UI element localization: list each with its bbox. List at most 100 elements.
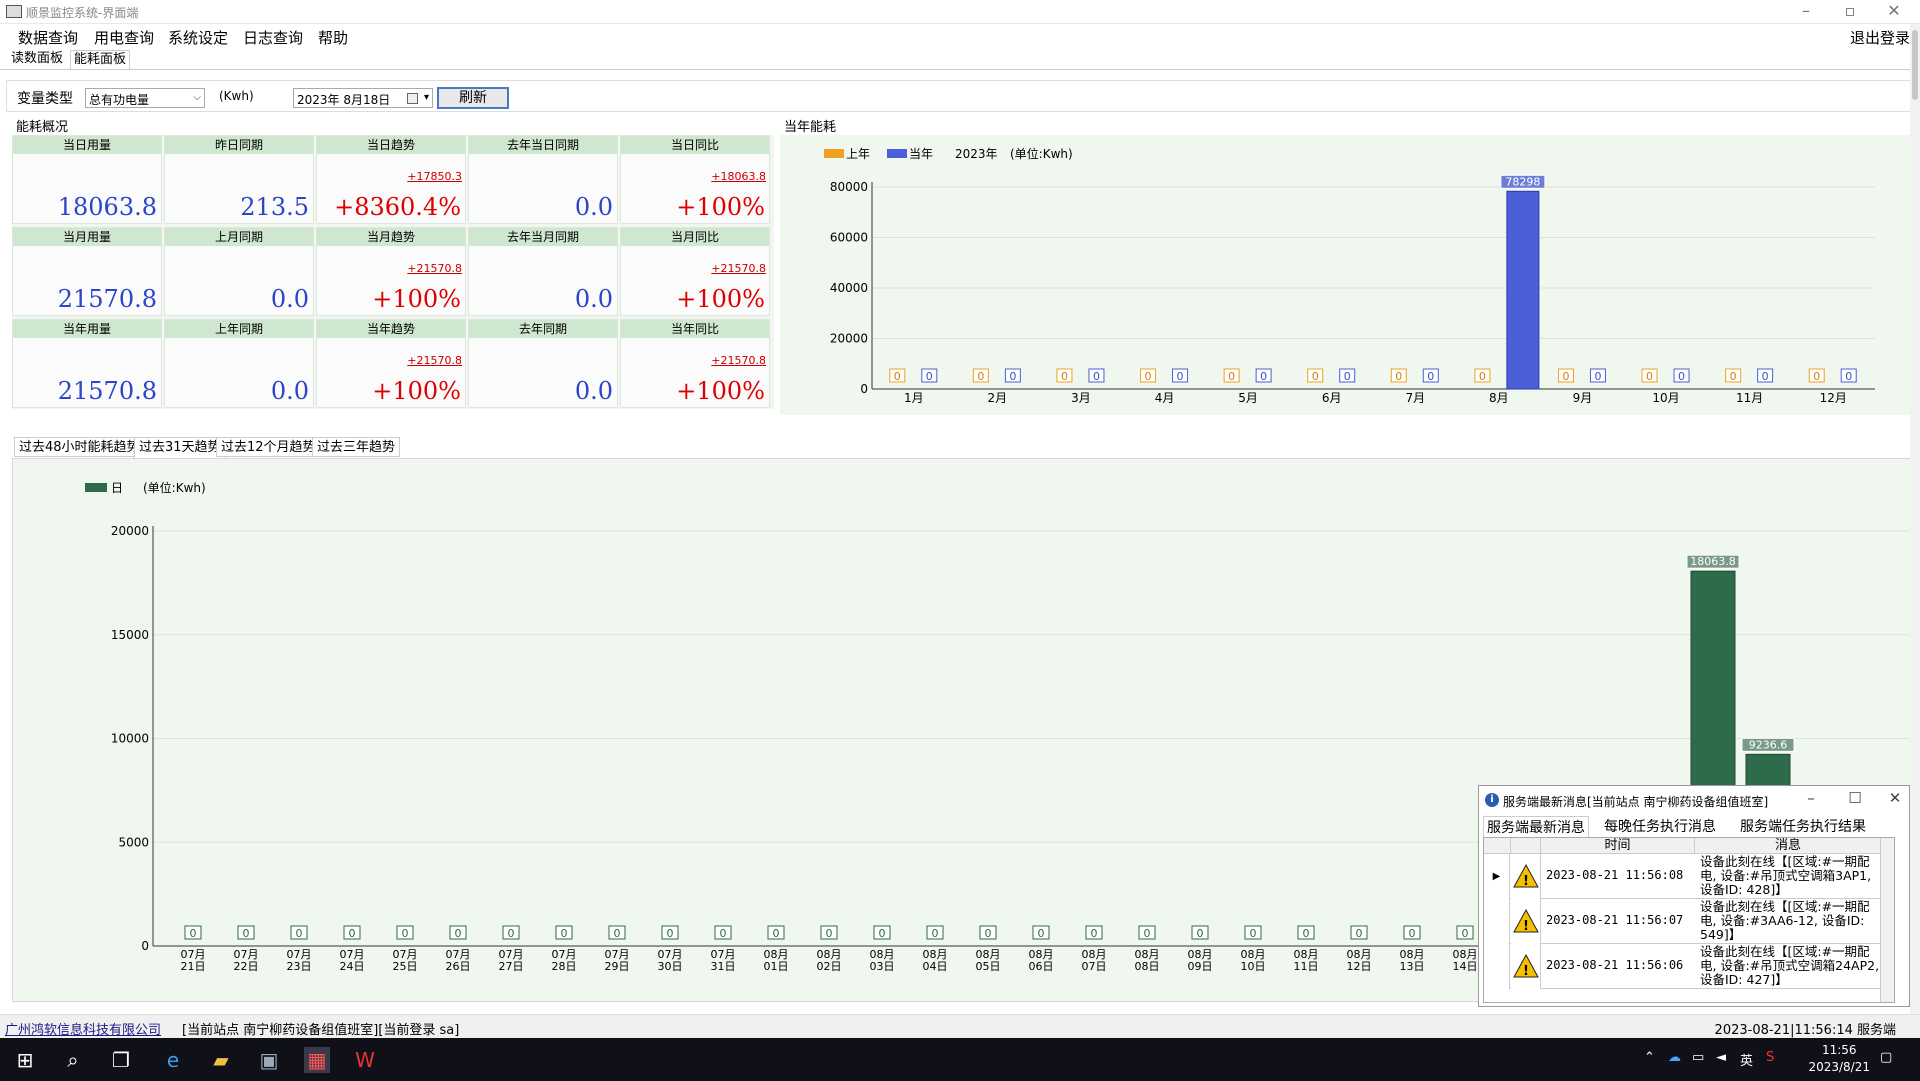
card-delta[interactable]: +21570.8 <box>711 354 766 367</box>
tab-3y-trend[interactable]: 过去三年趋势 <box>312 437 401 457</box>
logout-button[interactable]: 退出登录 <box>1850 27 1910 48</box>
svg-text:!: ! <box>1523 964 1529 979</box>
edge-browser-icon[interactable]: e <box>160 1047 186 1073</box>
data-label: 0 <box>1144 927 1151 940</box>
menu-system-settings[interactable]: 系统设定 <box>168 27 228 48</box>
tab-nightly-task[interactable]: 每晚任务执行消息 <box>1601 816 1719 836</box>
menu-data-query[interactable]: 数据查询 <box>18 27 78 48</box>
var-type-select[interactable]: 总有功电量 ⌵ <box>85 88 205 108</box>
card-delta[interactable]: +17850.3 <box>407 170 462 183</box>
taskbar-clock[interactable]: 11:56 2023/8/21 <box>1808 1042 1870 1076</box>
tab-reading-panel[interactable]: 读数面板 <box>8 50 66 69</box>
monitor-app-icon[interactable]: ▦ <box>304 1047 330 1073</box>
message-row[interactable]: ▶ ! 2023-08-21 11:56:08 设备此刻在线【[区域:#一期配电… <box>1484 854 1894 899</box>
main-scrollbar[interactable] <box>1910 24 1920 1014</box>
x-tick-label: 9月 <box>1573 391 1593 405</box>
tab-31d-trend[interactable]: 过去31天趋势 <box>134 437 226 458</box>
data-label: 0 <box>402 927 409 940</box>
maximize-icon[interactable]: ☐ <box>1843 789 1867 807</box>
onedrive-icon[interactable]: ☁ <box>1668 1050 1681 1065</box>
data-label: 0 <box>455 927 462 940</box>
tray-expand-icon[interactable]: ⌃ <box>1644 1050 1655 1065</box>
network-icon[interactable]: ▭ <box>1692 1050 1704 1065</box>
row-selector <box>1484 899 1510 944</box>
close-button[interactable]: ✕ <box>1880 1 1908 20</box>
card-value: +100% <box>676 285 765 313</box>
maximize-button[interactable]: ▫ <box>1836 1 1864 20</box>
tab-server-latest[interactable]: 服务端最新消息 <box>1483 816 1589 837</box>
dialog-title: 服务端最新消息[当前站点 南宁柳药设备组值班室] <box>1503 795 1769 809</box>
scrollbar-thumb[interactable] <box>1912 30 1918 100</box>
minimize-button[interactable]: – <box>1792 1 1820 20</box>
refresh-button[interactable]: 刷新 <box>437 87 509 109</box>
x-tick-label: 4月 <box>1155 391 1175 405</box>
card-header: 去年同期 <box>469 320 617 338</box>
info-icon: i <box>1485 793 1499 807</box>
x-tick-label: 27日 <box>499 960 524 973</box>
card-header: 昨日同期 <box>165 136 313 154</box>
x-tick-label: 01日 <box>764 960 789 973</box>
data-label: 0 <box>932 927 939 940</box>
overview-card: 去年当日同期 0.0 <box>468 135 618 224</box>
tab-server-task-result[interactable]: 服务端任务执行结果 <box>1737 816 1869 836</box>
message-row[interactable]: ! 2023-08-21 11:56:06 设备此刻在线【[区域:#一期配电, … <box>1484 944 1894 989</box>
minimize-icon[interactable]: – <box>1799 789 1823 807</box>
message-text: 设备此刻在线【[区域:#一期配电, 设备:#吊顶式空调箱24AP2, 设备ID:… <box>1700 945 1880 987</box>
app-icon-printer[interactable]: ▣ <box>256 1047 282 1073</box>
x-tick-label: 06日 <box>1029 960 1054 973</box>
data-label: 0 <box>1145 370 1152 383</box>
sogou-icon[interactable]: S <box>1766 1050 1774 1065</box>
data-label: 0 <box>243 927 250 940</box>
card-delta[interactable]: +21570.8 <box>711 262 766 275</box>
x-tick-label: 2月 <box>988 391 1008 405</box>
notification-icon[interactable]: ▢ <box>1880 1050 1892 1065</box>
date-value: 2023年 8月18日 <box>297 93 391 107</box>
x-tick-label: 07日 <box>1082 960 1107 973</box>
vertical-scrollbar[interactable] <box>1880 838 1894 1002</box>
tab-energy-panel[interactable]: 能耗面板 <box>70 50 131 69</box>
tab-12m-trend[interactable]: 过去12个月趋势 <box>216 437 321 457</box>
legend-label: 日 <box>111 481 123 495</box>
data-label: 0 <box>1462 927 1469 940</box>
x-tick-label: 31日 <box>711 960 736 973</box>
card-value: 0.0 <box>270 285 309 313</box>
card-header: 当年用量 <box>13 320 161 338</box>
chevron-down-icon: ⌵ <box>193 92 201 103</box>
ime-indicator[interactable]: 英 <box>1740 1050 1753 1069</box>
close-icon[interactable]: ✕ <box>1883 789 1907 807</box>
card-value: +100% <box>676 193 765 221</box>
data-label: 0 <box>1409 927 1416 940</box>
tab-48h-trend[interactable]: 过去48小时能耗趋势 <box>14 437 145 457</box>
menu-power-query[interactable]: 用电查询 <box>94 27 154 48</box>
column-header-time[interactable]: 时间 <box>1541 838 1695 854</box>
data-label: 0 <box>1197 927 1204 940</box>
title-bar: 顺景监控系统-界面端 – ▫ ✕ <box>0 0 1920 24</box>
column-header-message[interactable]: 消息 <box>1695 838 1882 854</box>
company-link[interactable]: 广州鸿软信息科技有限公司 <box>5 1019 161 1038</box>
message-text: 设备此刻在线【[区域:#一期配电, 设备:#3AA6-12, 设备ID: 549… <box>1700 900 1870 942</box>
date-picker[interactable]: 2023年 8月18日 ▾ <box>293 88 433 108</box>
x-tick-label: 02日 <box>817 960 842 973</box>
y-tick-label: 0 <box>141 939 149 953</box>
data-label: 0 <box>1303 927 1310 940</box>
clock-date: 2023/8/21 <box>1808 1060 1870 1074</box>
volume-icon[interactable]: ◄ <box>1716 1050 1726 1065</box>
bar <box>1506 190 1540 390</box>
task-view-icon[interactable]: ❐ <box>108 1047 134 1073</box>
windows-start-icon[interactable]: ⊞ <box>12 1047 38 1073</box>
overview-card: 当日趋势 +17850.3 +8360.4% <box>316 135 466 224</box>
file-explorer-icon[interactable]: ▰ <box>208 1047 234 1073</box>
wps-office-icon[interactable]: W <box>352 1047 378 1073</box>
search-icon[interactable]: ⌕ <box>60 1047 86 1073</box>
menu-bar: 数据查询 用电查询 系统设定 日志查询 帮助 退出登录 <box>0 24 1920 48</box>
menu-help[interactable]: 帮助 <box>318 27 348 48</box>
overview-card: 当日用量 18063.8 <box>12 135 162 224</box>
menu-log-query[interactable]: 日志查询 <box>243 27 303 48</box>
card-delta[interactable]: +21570.8 <box>407 262 462 275</box>
data-label: 0 <box>773 927 780 940</box>
card-delta[interactable]: +18063.8 <box>711 170 766 183</box>
message-row[interactable]: ! 2023-08-21 11:56:07 设备此刻在线【[区域:#一期配电, … <box>1484 899 1894 944</box>
card-delta[interactable]: +21570.8 <box>407 354 462 367</box>
x-tick-label: 11日 <box>1294 960 1319 973</box>
data-label: 0 <box>1845 370 1852 383</box>
